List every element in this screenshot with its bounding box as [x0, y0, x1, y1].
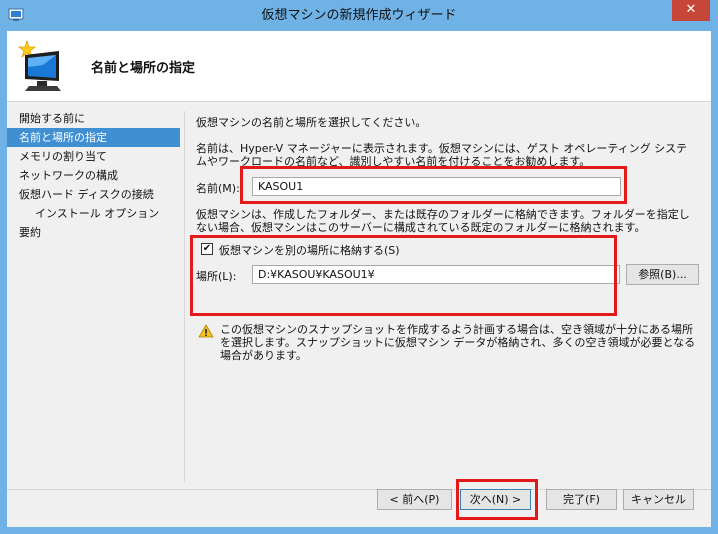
new-virtual-machine-icon: [17, 39, 61, 91]
location-input[interactable]: [252, 265, 620, 284]
prev-button[interactable]: < 前へ(P): [377, 489, 452, 510]
store-elsewhere-label[interactable]: 仮想マシンを別の場所に格納する(S): [219, 242, 400, 258]
name-label: 名前(M):: [196, 182, 240, 195]
wizard-window: 仮想マシンの新規作成ウィザード ✕ 名前と場所の指定 開始する前に 名前と場所の…: [0, 0, 718, 534]
nav-item-install-options[interactable]: インストール オプション: [7, 204, 180, 223]
cancel-button[interactable]: キャンセル: [623, 489, 694, 510]
snapshot-warning-text: この仮想マシンのスナップショットを作成するよう計画する場合は、空き領域が十分にあ…: [220, 323, 696, 362]
title-bar[interactable]: 仮想マシンの新規作成ウィザード ✕: [0, 0, 718, 31]
nav-item-summary[interactable]: 要約: [7, 223, 180, 242]
nav-item-name-and-location[interactable]: 名前と場所の指定: [7, 128, 180, 147]
page-title: 名前と場所の指定: [91, 61, 196, 76]
name-input[interactable]: [252, 177, 621, 196]
window-title: 仮想マシンの新規作成ウィザード: [261, 8, 457, 23]
name-help-text: 名前は、Hyper-V マネージャーに表示されます。仮想マシンには、ゲスト オペ…: [196, 142, 688, 168]
nav-item-memory[interactable]: メモリの割り当て: [7, 147, 180, 166]
nav-item-virtual-hard-disk[interactable]: 仮想ハード ディスクの接続: [7, 185, 180, 204]
close-button[interactable]: ✕: [672, 0, 710, 21]
finish-button[interactable]: 完了(F): [546, 489, 617, 510]
nav-divider: [184, 111, 185, 483]
wizard-header: 名前と場所の指定: [7, 31, 711, 102]
browse-button[interactable]: 参照(B)...: [626, 264, 699, 285]
wizard-client-area: 名前と場所の指定 開始する前に 名前と場所の指定 メモリの割り当て ネットワーク…: [7, 31, 711, 527]
folder-help-text: 仮想マシンは、作成したフォルダー、または既存のフォルダーに格納できます。フォルダ…: [196, 208, 690, 234]
nav-item-before-you-begin[interactable]: 開始する前に: [7, 109, 180, 128]
warning-icon: [198, 324, 214, 338]
next-button[interactable]: 次へ(N) >: [460, 489, 531, 510]
wizard-step-list: 開始する前に 名前と場所の指定 メモリの割り当て ネットワークの構成 仮想ハード…: [7, 109, 180, 242]
location-label: 場所(L):: [196, 270, 237, 283]
store-elsewhere-checkbox[interactable]: ✔: [201, 243, 213, 255]
intro-text: 仮想マシンの名前と場所を選択してください。: [196, 116, 427, 129]
nav-item-network[interactable]: ネットワークの構成: [7, 166, 180, 185]
